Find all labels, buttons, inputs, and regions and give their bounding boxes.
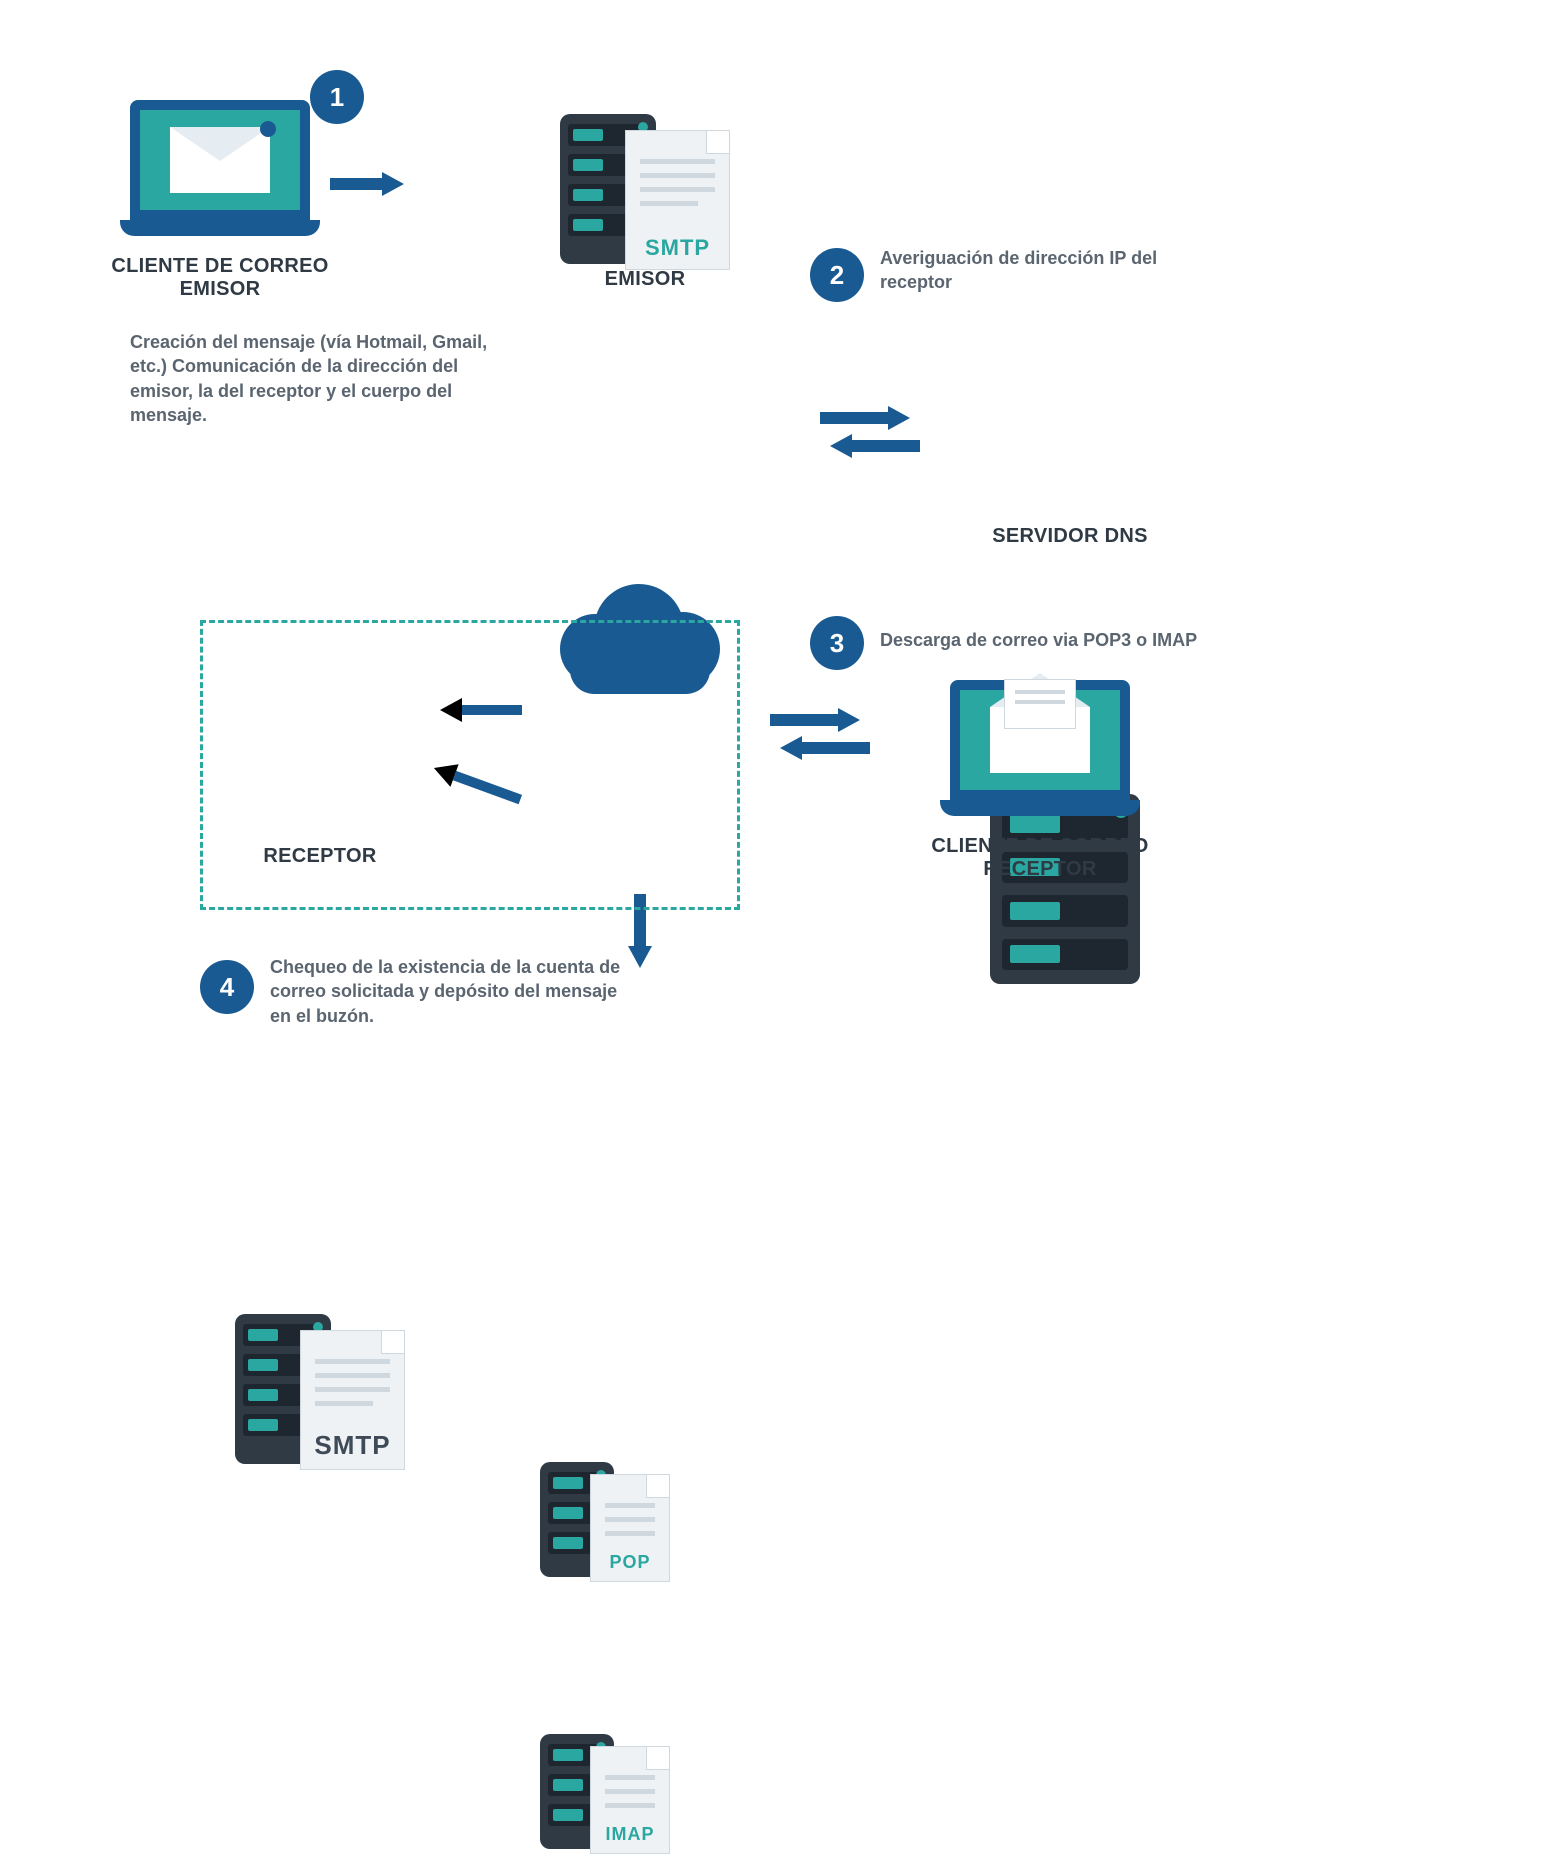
client-sender-body: Creación del mensaje (vía Hotmail, Gmail…: [130, 330, 490, 427]
arrow-pop-to-smtp-icon: [440, 695, 530, 730]
step-4-badge: 4: [200, 960, 254, 1014]
step-2-badge: 2: [810, 248, 864, 302]
step-3-badge: 3: [810, 616, 864, 670]
arrow-sender-to-emisor-icon: [330, 172, 410, 196]
protocol-smtp-bottom: SMTP: [301, 1430, 404, 1461]
client-receptor-laptop-icon: [940, 680, 1140, 816]
step-4-text: Chequeo de la existencia de la cuenta de…: [270, 955, 640, 1028]
dns-server-icon: [990, 794, 1140, 984]
smtp-emisor-server-icon: SMTP: [560, 114, 730, 284]
arrows-receptor-client-icon: [770, 700, 870, 764]
step-3-text: Descarga de correo via POP3 o IMAP: [880, 628, 1220, 652]
imap-server-icon: IMAP: [540, 1734, 670, 1864]
client-sender-laptop-icon: [120, 100, 320, 236]
receptor-server-title: RECEPTOR: [245, 845, 395, 868]
smtp-receptor-server-icon: SMTP: [235, 1314, 405, 1484]
protocol-smtp-top: SMTP: [626, 235, 729, 261]
emisor-title: EMISOR: [580, 268, 710, 291]
client-receptor-title: CLIENTE DE CORREO RECEPTOR: [920, 835, 1160, 881]
client-sender-title: CLIENTE DE CORREO EMISOR: [110, 255, 330, 301]
arrows-cloud-dns-icon: [820, 398, 920, 462]
step-2-text: Averiguación de dirección IP del recepto…: [880, 246, 1180, 295]
email-flow-diagram: 1 CLIENTE DE CORREO EMISOR Creación del …: [0, 0, 1563, 1079]
protocol-imap: IMAP: [591, 1824, 669, 1845]
dns-title: SERVIDOR DNS: [990, 525, 1150, 548]
protocol-pop: POP: [591, 1552, 669, 1573]
pop-server-icon: POP: [540, 1462, 670, 1592]
